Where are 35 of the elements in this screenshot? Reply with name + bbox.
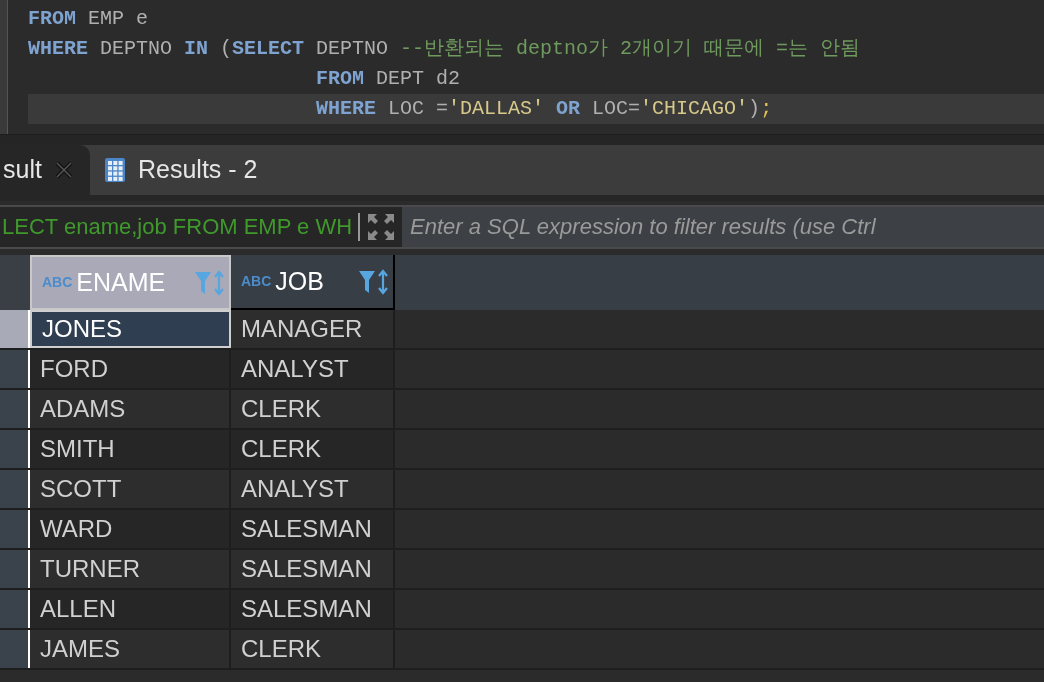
table-icon xyxy=(104,157,126,183)
column-name: ENAME xyxy=(76,266,167,298)
row-header[interactable] xyxy=(0,550,30,588)
row-header[interactable] xyxy=(0,470,30,508)
column-name: JOB xyxy=(275,265,325,297)
table-cell[interactable]: SMITH xyxy=(30,430,231,468)
filter-sort-icon[interactable] xyxy=(357,268,389,295)
type-label: ABC xyxy=(241,272,272,291)
query-text: LECT ename,job FROM EMP e WH xyxy=(0,213,361,241)
table-cell[interactable]: WARD xyxy=(30,510,231,548)
code-line: FROM DEPT d2 xyxy=(316,66,461,92)
column-header[interactable]: ABC JOB xyxy=(231,255,395,310)
filter-input[interactable]: Enter a SQL expression to filter results (use Ctrl xyxy=(402,207,1044,247)
table-cell[interactable]: JONES xyxy=(30,310,231,348)
table-cell[interactable]: ANALYST xyxy=(231,350,395,388)
row-header[interactable] xyxy=(0,510,30,548)
table-cell[interactable]: CLERK xyxy=(231,430,395,468)
table-cell[interactable]: SALESMAN xyxy=(231,590,395,628)
row-header[interactable] xyxy=(0,430,30,468)
row-header[interactable] xyxy=(0,350,30,388)
results-tab[interactable]: sult xyxy=(0,145,90,195)
row-header[interactable] xyxy=(0,630,30,668)
close-icon[interactable] xyxy=(54,160,74,180)
code-line: WHERE LOC ='DALLAS' OR LOC='CHICAGO'); xyxy=(316,96,773,122)
table-cell[interactable]: ALLEN xyxy=(30,590,231,628)
type-label: ABC xyxy=(42,273,73,292)
table-cell[interactable]: FORD xyxy=(30,350,231,388)
row-header[interactable] xyxy=(0,390,30,428)
row-header[interactable] xyxy=(0,590,30,628)
table-cell[interactable]: SALESMAN xyxy=(231,510,395,548)
expand-icon[interactable] xyxy=(366,212,397,242)
row-header-corner xyxy=(0,255,30,310)
code-editor[interactable]: FROM EMP e WHERE DEPTNO IN (SELECT DEPTNO --반환되는 deptno가 2개이기 때문에 =는 안됨 FROM DEPT d2 WHERE LOC ='DALLAS' OR LOC='CHICAGO'); xyxy=(0,0,1044,135)
code-line: WHERE DEPTNO IN (SELECT DEPTNO --반환되는 deptno가 2개이기 때문에 =는 안됨 xyxy=(28,36,861,62)
code-line: FROM EMP e xyxy=(28,6,149,32)
